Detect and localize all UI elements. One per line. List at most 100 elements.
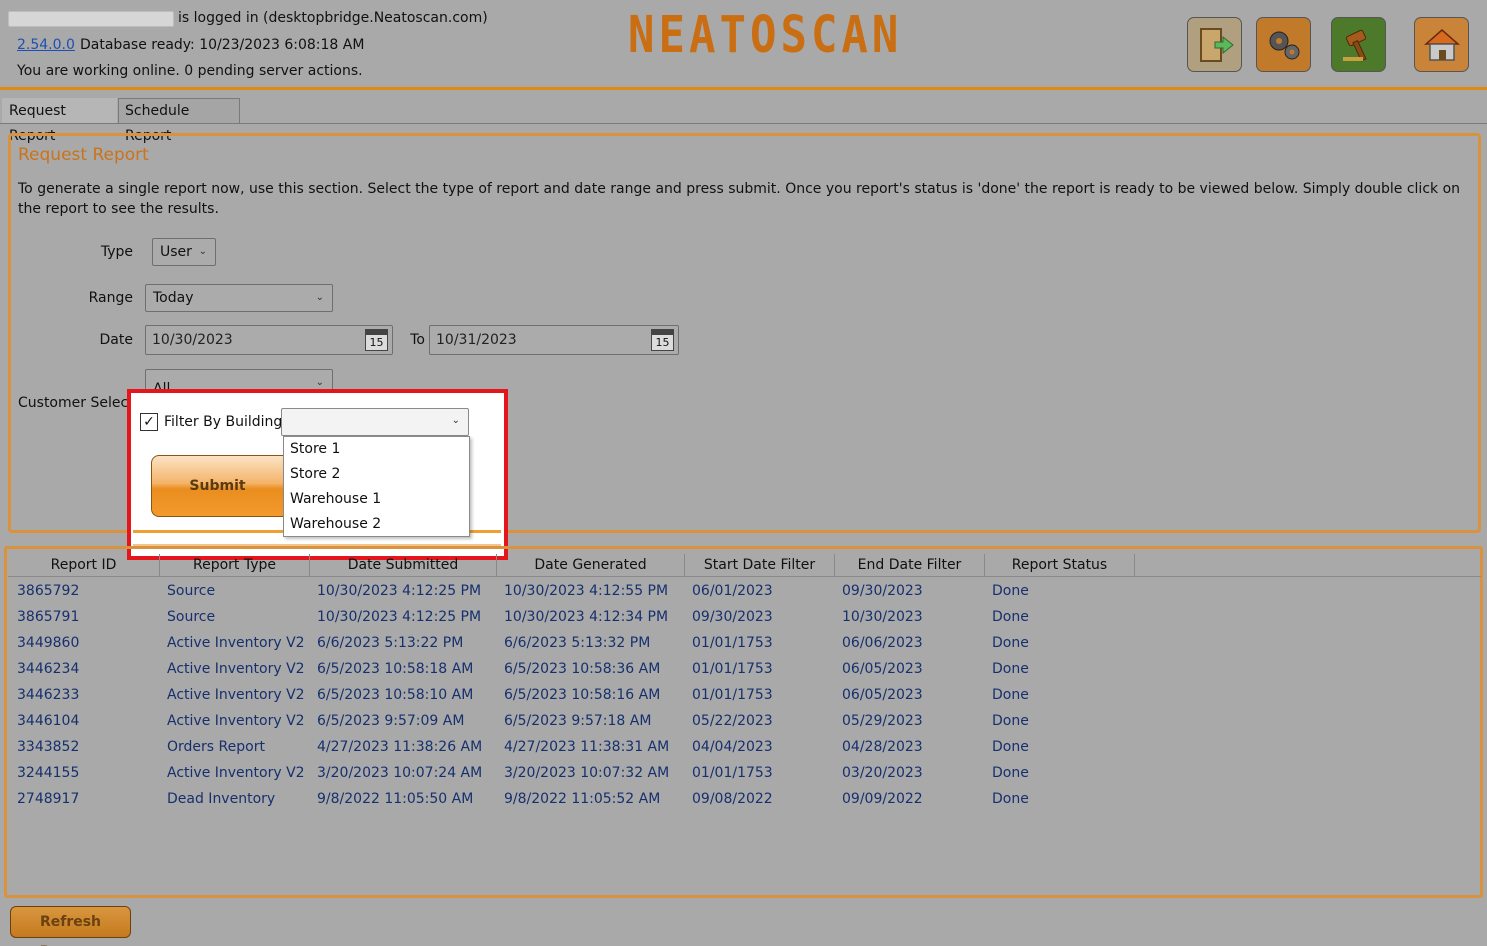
filter-by-building-label: Filter By Building bbox=[164, 414, 283, 430]
col-header-report-status[interactable]: Report Status bbox=[985, 554, 1135, 576]
cell-start-date: 04/04/2023 bbox=[692, 739, 773, 755]
col-header-start-date-filter[interactable]: Start Date Filter bbox=[685, 554, 835, 576]
cell-status: Done bbox=[992, 583, 1029, 599]
reports-table-body: 3865792 Source 10/30/2023 4:12:25 PM 10/… bbox=[8, 578, 1481, 812]
cell-report-type: Active Inventory V2 bbox=[167, 713, 305, 729]
cell-date-submitted: 6/5/2023 10:58:18 AM bbox=[317, 661, 474, 677]
tab-schedule-report[interactable]: Schedule Report bbox=[118, 98, 240, 144]
col-header-report-type[interactable]: Report Type bbox=[160, 554, 310, 576]
cell-end-date: 10/30/2023 bbox=[842, 609, 923, 625]
building-select[interactable]: ⌄ bbox=[281, 408, 469, 436]
neatoscan-logo: NEATOSCAN bbox=[628, 6, 903, 65]
customer-select-label: Customer Select bbox=[18, 395, 134, 411]
tab-divider bbox=[0, 123, 1487, 124]
cell-status: Done bbox=[992, 609, 1029, 625]
cell-end-date: 09/09/2022 bbox=[842, 791, 923, 807]
range-select[interactable]: Today ⌄ bbox=[145, 284, 333, 312]
request-report-title: Request Report bbox=[18, 145, 149, 165]
table-row[interactable]: 3865791 Source 10/30/2023 4:12:25 PM 10/… bbox=[8, 604, 1481, 630]
home-button[interactable] bbox=[1414, 17, 1469, 72]
cell-date-submitted: 3/20/2023 10:07:24 AM bbox=[317, 765, 483, 781]
cell-date-generated: 6/6/2023 5:13:32 PM bbox=[504, 635, 651, 651]
col-header-end-date-filter[interactable]: End Date Filter bbox=[835, 554, 985, 576]
request-report-description: To generate a single report now, use thi… bbox=[18, 181, 1461, 217]
type-select[interactable]: User ⌄ bbox=[152, 238, 216, 266]
cell-start-date: 01/01/1753 bbox=[692, 635, 773, 651]
cell-report-id: 3446233 bbox=[17, 687, 80, 703]
table-row[interactable]: 3865792 Source 10/30/2023 4:12:25 PM 10/… bbox=[8, 578, 1481, 604]
cell-start-date: 01/01/1753 bbox=[692, 687, 773, 703]
cell-date-generated: 6/5/2023 10:58:36 AM bbox=[504, 661, 661, 677]
cell-report-type: Active Inventory V2 bbox=[167, 635, 305, 651]
cell-end-date: 09/30/2023 bbox=[842, 583, 923, 599]
filter-by-building-checkbox[interactable]: ✓ bbox=[140, 413, 158, 431]
header-divider bbox=[8, 576, 1481, 577]
to-label: To bbox=[410, 332, 425, 348]
cell-date-submitted: 10/30/2023 4:12:25 PM bbox=[317, 583, 482, 599]
cell-report-id: 2748917 bbox=[17, 791, 80, 807]
cell-report-type: Active Inventory V2 bbox=[167, 765, 305, 781]
cell-report-id: 3343852 bbox=[17, 739, 80, 755]
type-label: Type bbox=[100, 244, 133, 260]
building-option-warehouse-2[interactable]: Warehouse 2 bbox=[284, 512, 469, 537]
table-row[interactable]: 3449860 Active Inventory V2 6/6/2023 5:1… bbox=[8, 630, 1481, 656]
settings-button[interactable] bbox=[1256, 17, 1311, 72]
building-option-warehouse-1[interactable]: Warehouse 1 bbox=[284, 487, 469, 512]
cell-report-type: Source bbox=[167, 583, 216, 599]
cell-date-generated: 4/27/2023 11:38:31 AM bbox=[504, 739, 670, 755]
cell-start-date: 05/22/2023 bbox=[692, 713, 773, 729]
cell-start-date: 01/01/1753 bbox=[692, 765, 773, 781]
cell-date-generated: 9/8/2022 11:05:52 AM bbox=[504, 791, 661, 807]
gavel-icon bbox=[1342, 29, 1367, 62]
logged-in-status: is logged in (desktopbridge.Neatoscan.co… bbox=[178, 10, 488, 26]
range-select-value: Today bbox=[153, 290, 194, 306]
version-link[interactable]: 2.54.0.0 bbox=[17, 37, 75, 53]
col-header-date-submitted[interactable]: Date Submitted bbox=[310, 554, 497, 576]
cell-report-type: Active Inventory V2 bbox=[167, 661, 305, 677]
date-from-input[interactable]: 10/30/2023 15 bbox=[145, 325, 393, 355]
cell-date-submitted: 10/30/2023 4:12:25 PM bbox=[317, 609, 482, 625]
table-row[interactable]: 2748917 Dead Inventory 9/8/2022 11:05:50… bbox=[8, 786, 1481, 812]
calendar-icon[interactable]: 15 bbox=[365, 329, 388, 351]
logout-button[interactable] bbox=[1187, 17, 1242, 72]
table-row[interactable]: 3446104 Active Inventory V2 6/5/2023 9:5… bbox=[8, 708, 1481, 734]
cell-end-date: 04/28/2023 bbox=[842, 739, 923, 755]
col-header-date-generated[interactable]: Date Generated bbox=[497, 554, 685, 576]
username-redacted bbox=[8, 11, 174, 27]
cell-status: Done bbox=[992, 687, 1029, 703]
cell-date-submitted: 4/27/2023 11:38:26 AM bbox=[317, 739, 483, 755]
cell-end-date: 06/06/2023 bbox=[842, 635, 923, 651]
database-status: Database ready: 10/23/2023 6:08:18 AM bbox=[80, 37, 365, 53]
cell-report-id: 3449860 bbox=[17, 635, 80, 651]
col-header-report-id[interactable]: Report ID bbox=[8, 554, 160, 576]
cell-date-submitted: 9/8/2022 11:05:50 AM bbox=[317, 791, 474, 807]
date-to-input[interactable]: 10/31/2023 15 bbox=[429, 325, 679, 355]
chevron-down-icon: ⌄ bbox=[315, 292, 324, 303]
exit-door-icon bbox=[1199, 27, 1234, 62]
cell-status: Done bbox=[992, 661, 1029, 677]
building-dropdown-list: Store 1 Store 2 Warehouse 1 Warehouse 2 bbox=[283, 436, 470, 537]
building-option-store-1[interactable]: Store 1 bbox=[284, 437, 469, 462]
building-option-store-2[interactable]: Store 2 bbox=[284, 462, 469, 487]
table-row[interactable]: 3446234 Active Inventory V2 6/5/2023 10:… bbox=[8, 656, 1481, 682]
calendar-icon[interactable]: 15 bbox=[651, 329, 674, 351]
type-select-value: User bbox=[160, 244, 192, 260]
range-label: Range bbox=[88, 290, 133, 306]
table-row[interactable]: 3446233 Active Inventory V2 6/5/2023 10:… bbox=[8, 682, 1481, 708]
app-header: is logged in (desktopbridge.Neatoscan.co… bbox=[0, 0, 1487, 90]
cell-report-id: 3446234 bbox=[17, 661, 80, 677]
cell-end-date: 06/05/2023 bbox=[842, 687, 923, 703]
gears-icon bbox=[1269, 31, 1299, 59]
refresh-reports-button[interactable]: Refresh Reports bbox=[10, 906, 131, 946]
table-row[interactable]: 3244155 Active Inventory V2 3/20/2023 10… bbox=[8, 760, 1481, 786]
cell-date-generated: 10/30/2023 4:12:55 PM bbox=[504, 583, 669, 599]
chevron-down-icon: ⌄ bbox=[451, 415, 460, 426]
table-row[interactable]: 3343852 Orders Report 4/27/2023 11:38:26… bbox=[8, 734, 1481, 760]
tab-request-report[interactable]: Request Report bbox=[2, 98, 117, 144]
submit-button[interactable]: Submit bbox=[151, 455, 283, 517]
auction-button[interactable] bbox=[1331, 17, 1386, 72]
cell-report-type: Orders Report bbox=[167, 739, 265, 755]
cell-report-id: 3244155 bbox=[17, 765, 80, 781]
cell-date-submitted: 6/6/2023 5:13:22 PM bbox=[317, 635, 464, 651]
cell-report-type: Active Inventory V2 bbox=[167, 687, 305, 703]
